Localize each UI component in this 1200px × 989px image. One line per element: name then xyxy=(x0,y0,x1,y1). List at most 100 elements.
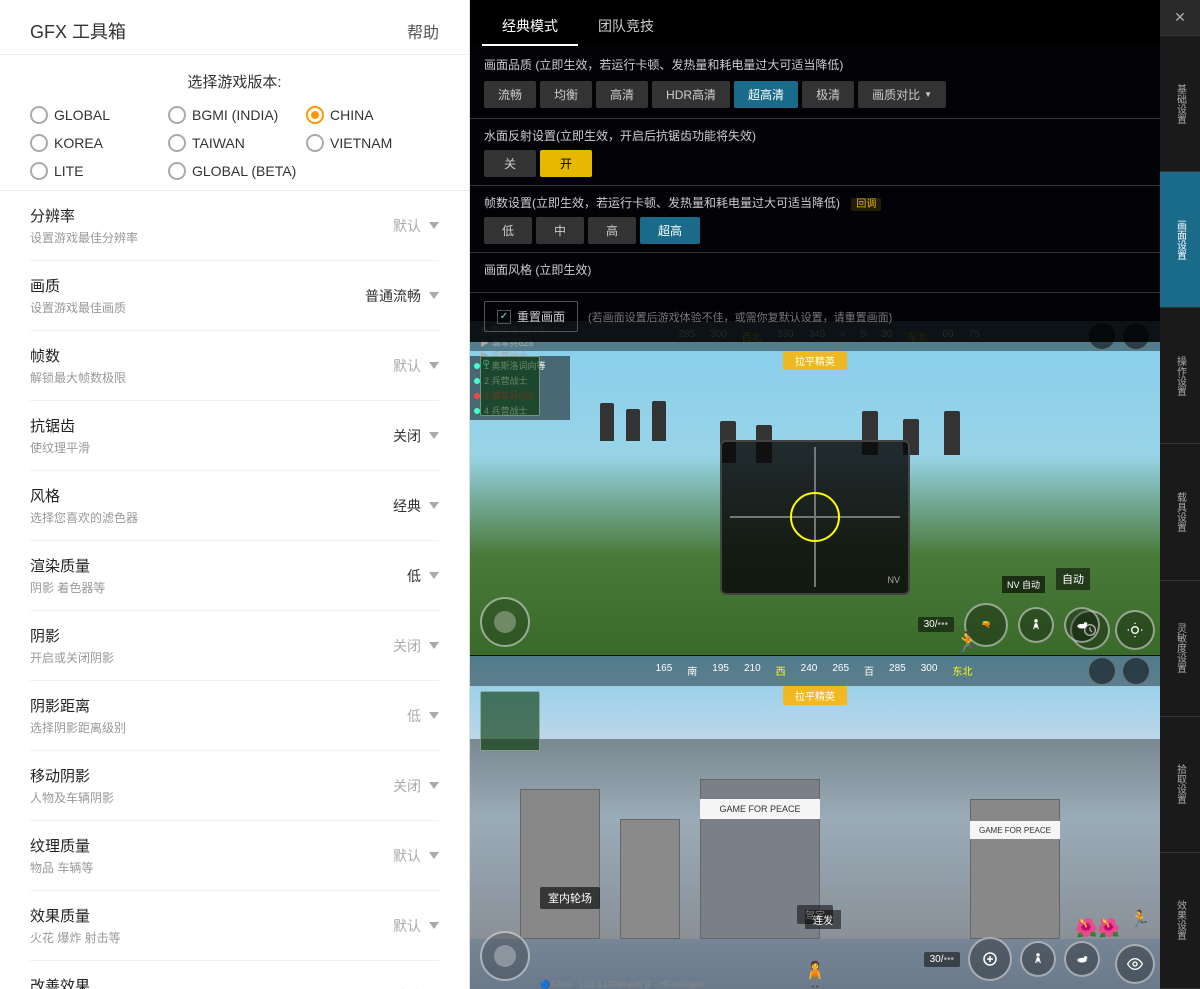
q-btn-extreme[interactable]: 极清 xyxy=(802,81,854,108)
sidebar-tab-effects[interactable]: 效果设置 xyxy=(1160,853,1200,989)
help-link[interactable]: 帮助 xyxy=(407,19,439,43)
radio-circle-vietnam xyxy=(306,134,324,152)
radio-taiwan[interactable]: TAIWAN xyxy=(168,134,245,152)
hud-icon-bottom-1 xyxy=(1088,657,1116,685)
sidebar-tab-sensitivity[interactable]: 灵敏度设置 xyxy=(1160,581,1200,717)
mini-map-bottom xyxy=(480,691,540,751)
reset-checkbox: ✓ xyxy=(497,310,511,324)
radio-korea[interactable]: KOREA xyxy=(30,134,103,152)
chevron-down-icon-shadow xyxy=(429,642,439,649)
radio-label-korea: KOREA xyxy=(54,135,103,151)
sidebar-tab-controls[interactable]: 操作设置 xyxy=(1160,308,1200,444)
action-btn-1[interactable] xyxy=(1020,941,1056,977)
setting-moving-shadow[interactable]: 移动阴影 人物及车辆阴影 关闭 xyxy=(30,751,439,821)
radio-global-beta[interactable]: GLOBAL (BETA) xyxy=(168,162,296,180)
hud-bottom-top: 165南195210西240265百285300东北 xyxy=(470,656,1160,686)
water-label: 水面反射设置(立即生效，开启后抗锯齿功能将失效) xyxy=(484,127,1146,144)
radio-circle-korea xyxy=(30,134,48,152)
setting-name-aa: 抗锯齿 xyxy=(30,415,393,436)
flowers: 🌺🌺 xyxy=(1075,918,1120,939)
setting-shadow-dist[interactable]: 阴影距离 选择阴影距离级别 低 xyxy=(30,681,439,751)
action-circle-2[interactable] xyxy=(1115,610,1155,650)
quality-label: 画面品质 (立即生效，若运行卡顿、发热量和耗电量过大可适当降低) xyxy=(484,56,1146,73)
setting-value-effect: 默认 xyxy=(393,916,421,936)
q-btn-hd[interactable]: 高清 xyxy=(596,81,648,108)
fps-ultra-btn[interactable]: 超高 xyxy=(640,217,700,244)
sidebar-tab-graphics[interactable]: 画面设置 xyxy=(1160,172,1200,308)
fps-note: 回调 xyxy=(851,198,881,211)
setting-improve[interactable]: 改善效果 改善上述质量效果 默认 xyxy=(30,961,439,989)
chevron-down-icon-texture xyxy=(429,852,439,859)
chevron-down-icon-shadow-dist xyxy=(429,712,439,719)
sidebar-tab-basic[interactable]: 基础设置 xyxy=(1160,36,1200,172)
yellow-banner-bottom: 拉平精英 xyxy=(783,686,847,705)
yellow-banner-top: 拉平精英 xyxy=(783,351,847,370)
q-btn-smooth[interactable]: 流畅 xyxy=(484,81,536,108)
radio-vietnam[interactable]: VIETNAM xyxy=(306,134,392,152)
water-on-btn[interactable]: 开 xyxy=(540,150,592,177)
setting-shadow[interactable]: 阴影 开启或关闭阴影 关闭 xyxy=(30,611,439,681)
setting-desc-quality: 设置游戏最佳画质 xyxy=(30,299,365,316)
tab-classic[interactable]: 经典模式 xyxy=(482,8,578,46)
setting-value-shadow: 关闭 xyxy=(393,636,421,656)
radio-global[interactable]: GLOBAL xyxy=(30,106,110,124)
reset-button[interactable]: ✓ 重置画面 xyxy=(484,301,578,332)
scope-overlay: NV xyxy=(720,440,910,595)
radio-bgmi[interactable]: BGMI (INDIA) xyxy=(168,106,278,124)
setting-name-improve: 改善效果 xyxy=(30,975,393,989)
sidebar-tab-pickup[interactable]: 拾取设置 xyxy=(1160,717,1200,853)
setting-effect[interactable]: 效果质量 火花 爆炸 射击等 默认 xyxy=(30,891,439,961)
setting-fps[interactable]: 帧数 解锁最大帧数极限 默认 xyxy=(30,331,439,401)
setting-render[interactable]: 渲染质量 阴影 着色器等 低 xyxy=(30,541,439,611)
setting-resolution[interactable]: 分辨率 设置游戏最佳分辨率 默认 xyxy=(30,191,439,261)
chevron-down-icon-moving-shadow xyxy=(429,782,439,789)
prone-circle[interactable] xyxy=(1064,607,1100,643)
crouch-circle[interactable] xyxy=(1018,607,1054,643)
bottom-action-row: 30/••• 🔫 xyxy=(918,603,1100,647)
setting-name-shadow-dist: 阴影距离 xyxy=(30,695,407,716)
setting-texture[interactable]: 纹理质量 物品 车辆等 默认 xyxy=(30,821,439,891)
hud-icon-bottom-2 xyxy=(1122,657,1150,685)
radio-label-vietnam: VIETNAM xyxy=(330,135,392,151)
action-btn-2[interactable] xyxy=(1064,941,1100,977)
radio-label-lite: LITE xyxy=(54,163,84,179)
setting-quality[interactable]: 画质 设置游戏最佳画质 普通流畅 xyxy=(30,261,439,331)
joystick-bottom xyxy=(480,931,530,981)
setting-style[interactable]: 风格 选择您喜欢的滤色器 经典 xyxy=(30,471,439,541)
reset-row: ✓ 重置画面 (若画面设置后游戏体验不佳，或需你复默认设置，请重置画面) xyxy=(470,293,1160,342)
game-tabs-row: 经典模式 团队竞技 xyxy=(470,0,1160,46)
water-off-btn[interactable]: 关 xyxy=(484,150,536,177)
sidebar-close-button[interactable]: ✕ xyxy=(1160,0,1200,36)
radio-lite[interactable]: LITE xyxy=(30,162,84,180)
water-section: 水面反射设置(立即生效，开启后抗锯齿功能将失效) 关 开 xyxy=(470,119,1160,186)
radio-label-bgmi: BGMI (INDIA) xyxy=(192,107,278,123)
radio-circle-bgmi xyxy=(168,106,186,124)
q-btn-hdr[interactable]: HDR高清 xyxy=(652,81,730,108)
q-btn-ultra[interactable]: 超高清 xyxy=(734,81,798,108)
eye-circle[interactable] xyxy=(1115,944,1155,984)
settings-overlay: 经典模式 团队竞技 画面品质 (立即生效，若运行卡顿、发热量和耗电量过大可适当降… xyxy=(470,0,1160,342)
fire-btn-bottom[interactable] xyxy=(968,937,1012,981)
chevron-down-icon-effect xyxy=(429,922,439,929)
fps-mid-btn[interactable]: 中 xyxy=(536,217,584,244)
fps-label: 帧数设置(立即生效，若运行卡顿、发热量和耗电量过大可适当降低) 回调 xyxy=(484,194,1146,211)
setting-desc-aa: 使纹理平滑 xyxy=(30,439,393,456)
chevron-down-icon-fps xyxy=(429,362,439,369)
setting-value-fps: 默认 xyxy=(393,356,421,376)
header: GFX 工具箱 帮助 xyxy=(0,0,469,55)
q-btn-balanced[interactable]: 均衡 xyxy=(540,81,592,108)
tab-team[interactable]: 团队竞技 xyxy=(578,8,674,46)
setting-aa[interactable]: 抗锯齿 使纹理平滑 关闭 xyxy=(30,401,439,471)
right-action-btns-bottom xyxy=(1115,944,1155,984)
radio-circle-china xyxy=(306,106,324,124)
fps-high-btn[interactable]: 高 xyxy=(588,217,636,244)
q-btn-compare[interactable]: 画质对比 ▼ xyxy=(858,81,946,108)
setting-name-moving-shadow: 移动阴影 xyxy=(30,765,393,786)
sidebar-tab-vehicle[interactable]: 载具设置 xyxy=(1160,444,1200,580)
version-title: 选择游戏版本: xyxy=(30,71,439,92)
setting-desc-style: 选择您喜欢的滤色器 xyxy=(30,509,393,526)
setting-value-texture: 默认 xyxy=(393,846,421,866)
radio-label-china: CHINA xyxy=(330,107,374,123)
fps-low-btn[interactable]: 低 xyxy=(484,217,532,244)
radio-china[interactable]: CHINA xyxy=(306,106,374,124)
